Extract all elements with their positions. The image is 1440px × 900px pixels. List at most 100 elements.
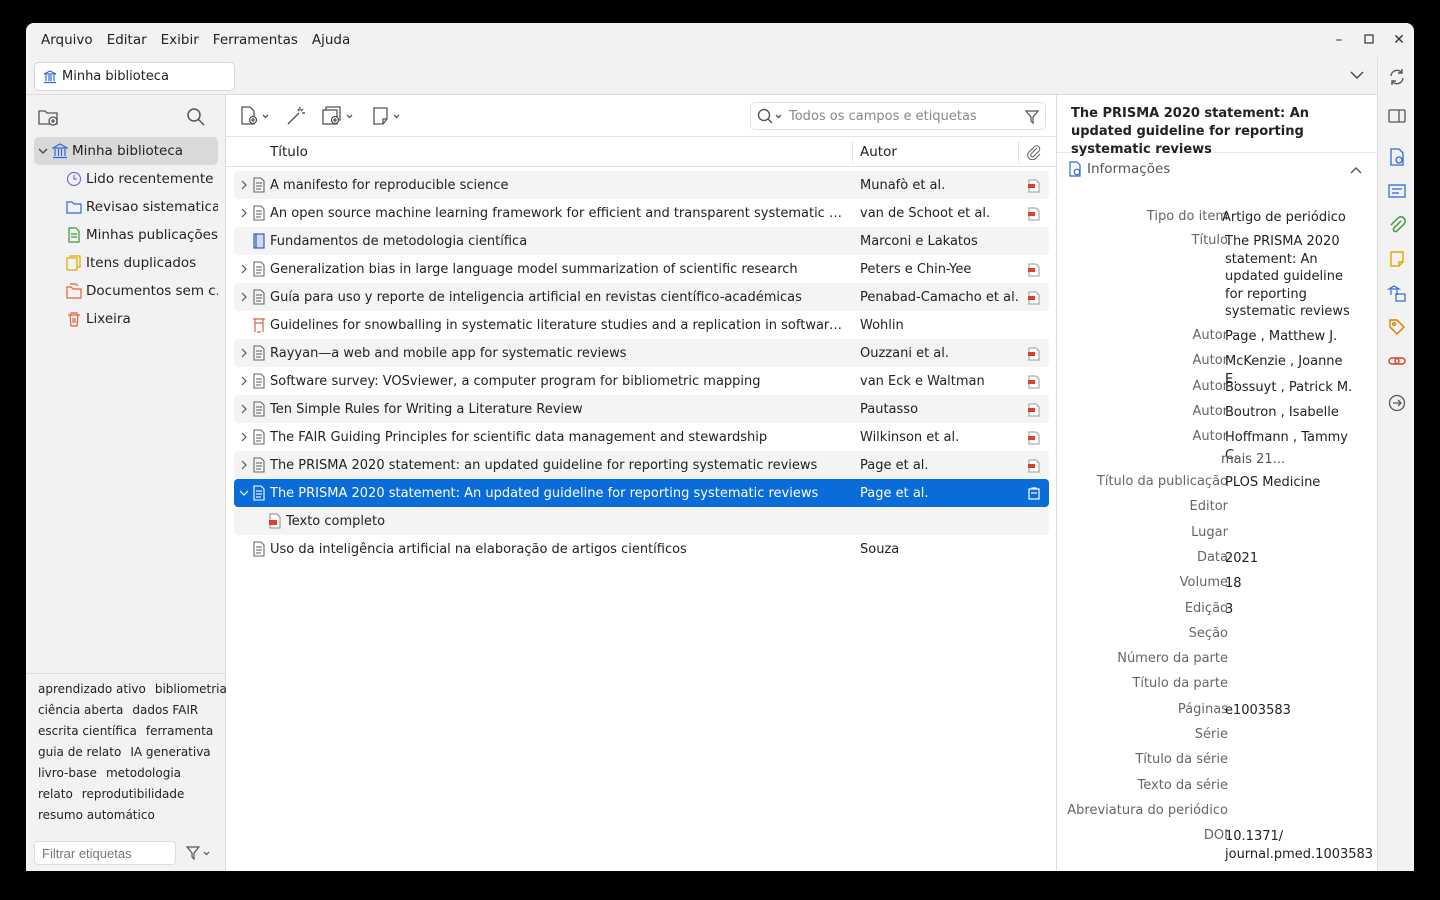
attachment-row[interactable]: Texto completo bbox=[234, 507, 1049, 535]
more-authors-link[interactable]: mais 21... bbox=[1221, 452, 1285, 467]
tag[interactable]: resumo automático bbox=[38, 808, 155, 822]
tag[interactable]: reprodutibilidade bbox=[82, 787, 185, 801]
item-row[interactable]: The PRISMA 2020 statement: An updated gu… bbox=[234, 479, 1049, 507]
abstract-icon[interactable] bbox=[1387, 181, 1407, 201]
field-value[interactable]: The PRISMA 2020 statement: An updated gu… bbox=[1225, 233, 1355, 321]
new-collection-icon[interactable] bbox=[38, 107, 60, 127]
related-icon[interactable] bbox=[1387, 351, 1407, 371]
item-row[interactable]: Guía para uso y reporte de inteligencia … bbox=[234, 283, 1049, 311]
minimize-icon[interactable]: – bbox=[1324, 32, 1354, 48]
item-row[interactable]: The PRISMA 2020 statement: an updated gu… bbox=[234, 451, 1049, 479]
add-attachment-icon[interactable] bbox=[322, 106, 356, 126]
field-value[interactable]: PLOS Medicine bbox=[1225, 474, 1355, 492]
chevron-up-icon[interactable] bbox=[1349, 165, 1363, 175]
toggle-pane-icon[interactable] bbox=[1387, 106, 1407, 126]
pdf-attachment-icon[interactable] bbox=[1027, 375, 1041, 389]
chevron-right-icon[interactable] bbox=[238, 291, 250, 303]
column-author[interactable]: Autor bbox=[860, 144, 897, 160]
chevron-right-icon[interactable] bbox=[238, 179, 250, 191]
attachments-icon[interactable] bbox=[1387, 215, 1407, 235]
search-mode-icon[interactable] bbox=[757, 108, 787, 126]
item-row[interactable]: An open source machine learning framewor… bbox=[234, 199, 1049, 227]
sync-icon[interactable] bbox=[1387, 67, 1407, 87]
collection-my-publications[interactable]: Minhas publicações bbox=[34, 221, 218, 249]
tag[interactable]: escrita científica bbox=[38, 724, 137, 738]
magic-wand-icon[interactable] bbox=[286, 106, 306, 126]
menu-ferramentas[interactable]: Ferramentas bbox=[206, 32, 305, 48]
field-value[interactable]: 10.1371/ journal.pmed.1003583 bbox=[1225, 828, 1373, 863]
collection-systematic-review[interactable]: Revisao sistematica... bbox=[34, 193, 218, 221]
item-row[interactable]: Rayyan—a web and mobile app for systemat… bbox=[234, 339, 1049, 367]
column-divider[interactable] bbox=[852, 141, 853, 163]
tag[interactable]: livro-base bbox=[38, 766, 97, 780]
chevron-down-icon[interactable] bbox=[1349, 67, 1365, 83]
tag[interactable]: IA generativa bbox=[130, 745, 210, 759]
item-row[interactable]: Fundamentos de metodologia científica Mar… bbox=[234, 227, 1049, 255]
chevron-down-icon[interactable] bbox=[238, 487, 250, 499]
menu-exibir[interactable]: Exibir bbox=[154, 32, 206, 48]
tag[interactable]: guia de relato bbox=[38, 745, 121, 759]
item-row[interactable]: Uso da inteligência artificial na elabor… bbox=[234, 535, 1049, 563]
search-bar[interactable]: Todos os campos e etiquetas bbox=[750, 102, 1046, 130]
pdf-attachment-icon[interactable] bbox=[1027, 347, 1041, 361]
item-row[interactable]: Generalization bias in large language mo… bbox=[234, 255, 1049, 283]
item-row[interactable]: A manifesto for reproducible science Muna… bbox=[234, 171, 1049, 199]
paperclip-icon[interactable] bbox=[1026, 144, 1042, 160]
pdf-attachment-icon[interactable] bbox=[1027, 487, 1041, 501]
collection-my-library[interactable]: Minha biblioteca bbox=[34, 137, 218, 165]
libraries-collections-icon[interactable] bbox=[1387, 283, 1407, 303]
info-icon[interactable] bbox=[1387, 147, 1407, 167]
field-value[interactable]: Boutron , Isabelle bbox=[1225, 404, 1355, 422]
column-title[interactable]: Título bbox=[270, 144, 308, 160]
menu-arquivo[interactable]: Arquivo bbox=[34, 32, 100, 48]
search-icon[interactable] bbox=[186, 107, 206, 127]
tag[interactable]: ciência aberta bbox=[38, 703, 123, 717]
chevron-right-icon[interactable] bbox=[238, 263, 250, 275]
field-value[interactable]: 18 bbox=[1225, 575, 1355, 593]
item-row[interactable]: Ten Simple Rules for Writing a Literatur… bbox=[234, 395, 1049, 423]
filter-icon[interactable] bbox=[1025, 109, 1039, 125]
chevron-right-icon[interactable] bbox=[238, 459, 250, 471]
tag[interactable]: metodologia bbox=[106, 766, 181, 780]
field-value[interactable]: 2021 bbox=[1225, 550, 1355, 568]
chevron-right-icon[interactable] bbox=[238, 207, 250, 219]
new-note-icon[interactable] bbox=[372, 106, 404, 126]
chevron-right-icon[interactable] bbox=[238, 403, 250, 415]
tag-filter-input[interactable] bbox=[34, 841, 176, 865]
collection-duplicates[interactable]: Itens duplicados bbox=[34, 249, 218, 277]
item-row[interactable]: Guidelines for snowballing in systematic… bbox=[234, 311, 1049, 339]
item-row[interactable]: The FAIR Guiding Principles for scientif… bbox=[234, 423, 1049, 451]
field-value[interactable]: Bossuyt , Patrick M. bbox=[1225, 379, 1355, 397]
field-value[interactable]: Page , Matthew J. bbox=[1225, 328, 1355, 346]
info-section-header[interactable]: Informações bbox=[1067, 161, 1170, 177]
tag[interactable]: dados FAIR bbox=[132, 703, 198, 717]
tag[interactable]: aprendizado ativo bbox=[38, 682, 146, 696]
menu-editar[interactable]: Editar bbox=[100, 32, 154, 48]
new-item-icon[interactable] bbox=[240, 106, 272, 126]
locate-icon[interactable] bbox=[1387, 393, 1407, 413]
close-icon[interactable]: ✕ bbox=[1384, 32, 1414, 48]
maximize-icon[interactable] bbox=[1354, 32, 1384, 48]
menu-ajuda[interactable]: Ajuda bbox=[305, 32, 357, 48]
collection-recently-read[interactable]: Lido recentemente bbox=[34, 165, 218, 193]
tag[interactable]: relato bbox=[38, 787, 73, 801]
collection-unfiled[interactable]: Documentos sem c... bbox=[34, 277, 218, 305]
pdf-attachment-icon[interactable] bbox=[1027, 179, 1041, 193]
chevron-down-icon[interactable] bbox=[36, 144, 50, 158]
tag-filter-options-icon[interactable] bbox=[186, 845, 212, 861]
chevron-right-icon[interactable] bbox=[238, 375, 250, 387]
chevron-right-icon[interactable] bbox=[238, 431, 250, 443]
field-value[interactable]: e1003583 bbox=[1225, 702, 1355, 720]
field-value[interactable]: 3 bbox=[1225, 601, 1355, 619]
pdf-attachment-icon[interactable] bbox=[1027, 207, 1041, 221]
pdf-attachment-icon[interactable] bbox=[1027, 403, 1041, 417]
notes-icon[interactable] bbox=[1387, 249, 1407, 269]
pdf-attachment-icon[interactable] bbox=[1027, 431, 1041, 445]
pdf-attachment-icon[interactable] bbox=[1027, 263, 1041, 277]
field-value[interactable]: Artigo de periódico bbox=[1222, 209, 1352, 227]
chevron-right-icon[interactable] bbox=[238, 347, 250, 359]
tag[interactable]: bibliometria bbox=[155, 682, 227, 696]
collection-trash[interactable]: Lixeira bbox=[34, 305, 218, 333]
tags-icon[interactable] bbox=[1387, 317, 1407, 337]
pdf-attachment-icon[interactable] bbox=[1027, 459, 1041, 473]
